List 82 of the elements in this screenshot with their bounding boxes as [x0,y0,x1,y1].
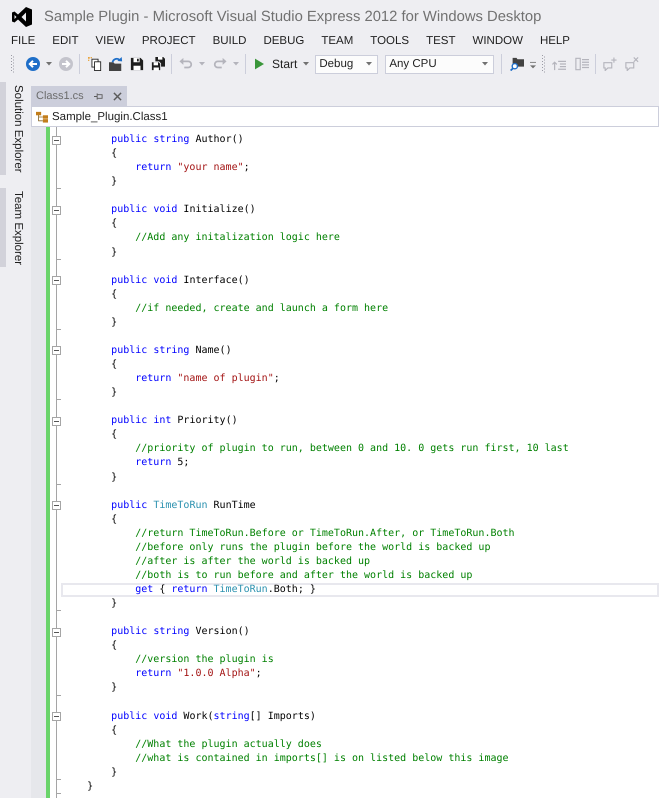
configuration-dropdown[interactable]: Debug [315,54,378,74]
code-line: get { return TimeToRun.Both; } [135,584,316,595]
window-title: Sample Plugin - Microsoft Visual Studio Express 2012 for Windows Desktop [44,8,542,24]
save-all-icon[interactable] [151,57,165,71]
code-line: { [111,429,118,440]
code-line: public string Version() [111,626,250,638]
menu-item[interactable]: TEAM [312,34,362,48]
code-line: //priority of plugin to run, between 0 and 10. 0 gets run first, 10 last [135,443,569,454]
code-line: { [111,288,118,300]
code-line: public void Interface() [111,274,250,286]
code-line: public TimeToRun RunTime [111,500,256,511]
menu-item[interactable]: BUILD [204,34,255,48]
code-line: { [111,148,118,160]
play-icon [255,58,264,70]
side-tab[interactable]: Team Explorer [0,188,25,267]
code-line: //Add any initalization logic here [135,232,340,244]
collapse-icon[interactable] [52,712,61,722]
menu-item[interactable]: FILE [2,34,44,48]
open-folder-icon[interactable] [109,57,123,71]
code-line: } [111,766,118,778]
back-icon[interactable] [26,57,40,71]
caret-icon[interactable] [46,62,52,66]
code-line: //version the plugin is [135,654,274,666]
class-icon [36,110,48,122]
code-line: //after is after the world is backed up [135,556,370,567]
type-dropdown[interactable]: Sample_Plugin.Class1 [31,106,659,127]
code-line: return "1.0.0 Alpha"; [135,668,262,680]
code-line: { [111,359,118,370]
code-line: } [111,176,118,188]
code-line: public int Priority() [111,415,238,426]
code-line: //return TimeToRun.Before or TimeToRun.After, or TimeToRun.Both [135,528,515,539]
code-line: } [111,682,118,694]
code-line: } [111,598,118,610]
code-line: return 5; [135,457,190,468]
collapse-icon[interactable] [52,346,61,356]
menu-item[interactable]: WINDOW [464,34,532,48]
code-line: return "name of plugin"; [135,373,280,384]
new-project-icon[interactable] [88,57,102,71]
code-line: public void Initialize() [111,204,256,216]
menu-item[interactable]: VIEW [87,34,134,48]
code-line: } [111,316,118,328]
pin-icon[interactable] [94,92,103,100]
menu-item[interactable]: PROJECT [133,34,204,48]
code-line: //both is to run before and after the world is backed up [135,570,472,581]
side-tab[interactable]: Solution Explorer [0,82,25,175]
toolbar-overflow-icon[interactable] [530,60,536,68]
code-line: } [111,387,118,398]
caret-icon[interactable] [366,62,372,66]
start-button[interactable]: Start [251,53,312,75]
save-icon[interactable] [130,57,144,71]
platform-dropdown[interactable]: Any CPU [385,54,494,74]
menu-item[interactable]: HELP [531,34,578,48]
menu-item[interactable]: DEBUG [254,34,313,48]
code-line: public void Work(string[] Imports) [111,710,316,722]
caret-icon[interactable] [482,62,488,66]
menu-item[interactable]: TEST [418,34,464,48]
code-line: { [111,218,118,230]
collapse-icon[interactable] [52,276,61,286]
logo-icon [12,6,32,26]
collapse-icon[interactable] [52,206,61,215]
collapse-icon[interactable] [52,628,61,637]
code-line: return "your name"; [135,162,250,174]
code-line: } [111,246,118,258]
collapse-icon[interactable] [52,136,61,145]
collapse-icon[interactable] [52,416,61,426]
code-line: public string Name() [111,344,232,356]
code-line: { [111,640,118,652]
caret-icon[interactable] [303,62,310,66]
find-in-files-icon[interactable] [510,57,524,71]
code-line: } [111,472,118,482]
menu-item[interactable]: EDIT [44,34,87,48]
code-line: { [111,724,118,736]
menu-item[interactable]: TOOLS [362,34,418,48]
code-line: } [87,780,94,792]
code-line: public string Author() [111,134,244,145]
collapse-icon[interactable] [52,501,61,510]
code-line: //if needed, create and launch a form here [135,302,388,314]
code-line: //what is contained in imports[] is on listed below this image [135,752,509,764]
close-icon[interactable] [112,92,122,100]
code-line: //What the plugin actually does [135,738,322,750]
code-line: { [111,514,118,525]
code-line: //before only runs the plugin before the world is backed up [135,542,490,553]
